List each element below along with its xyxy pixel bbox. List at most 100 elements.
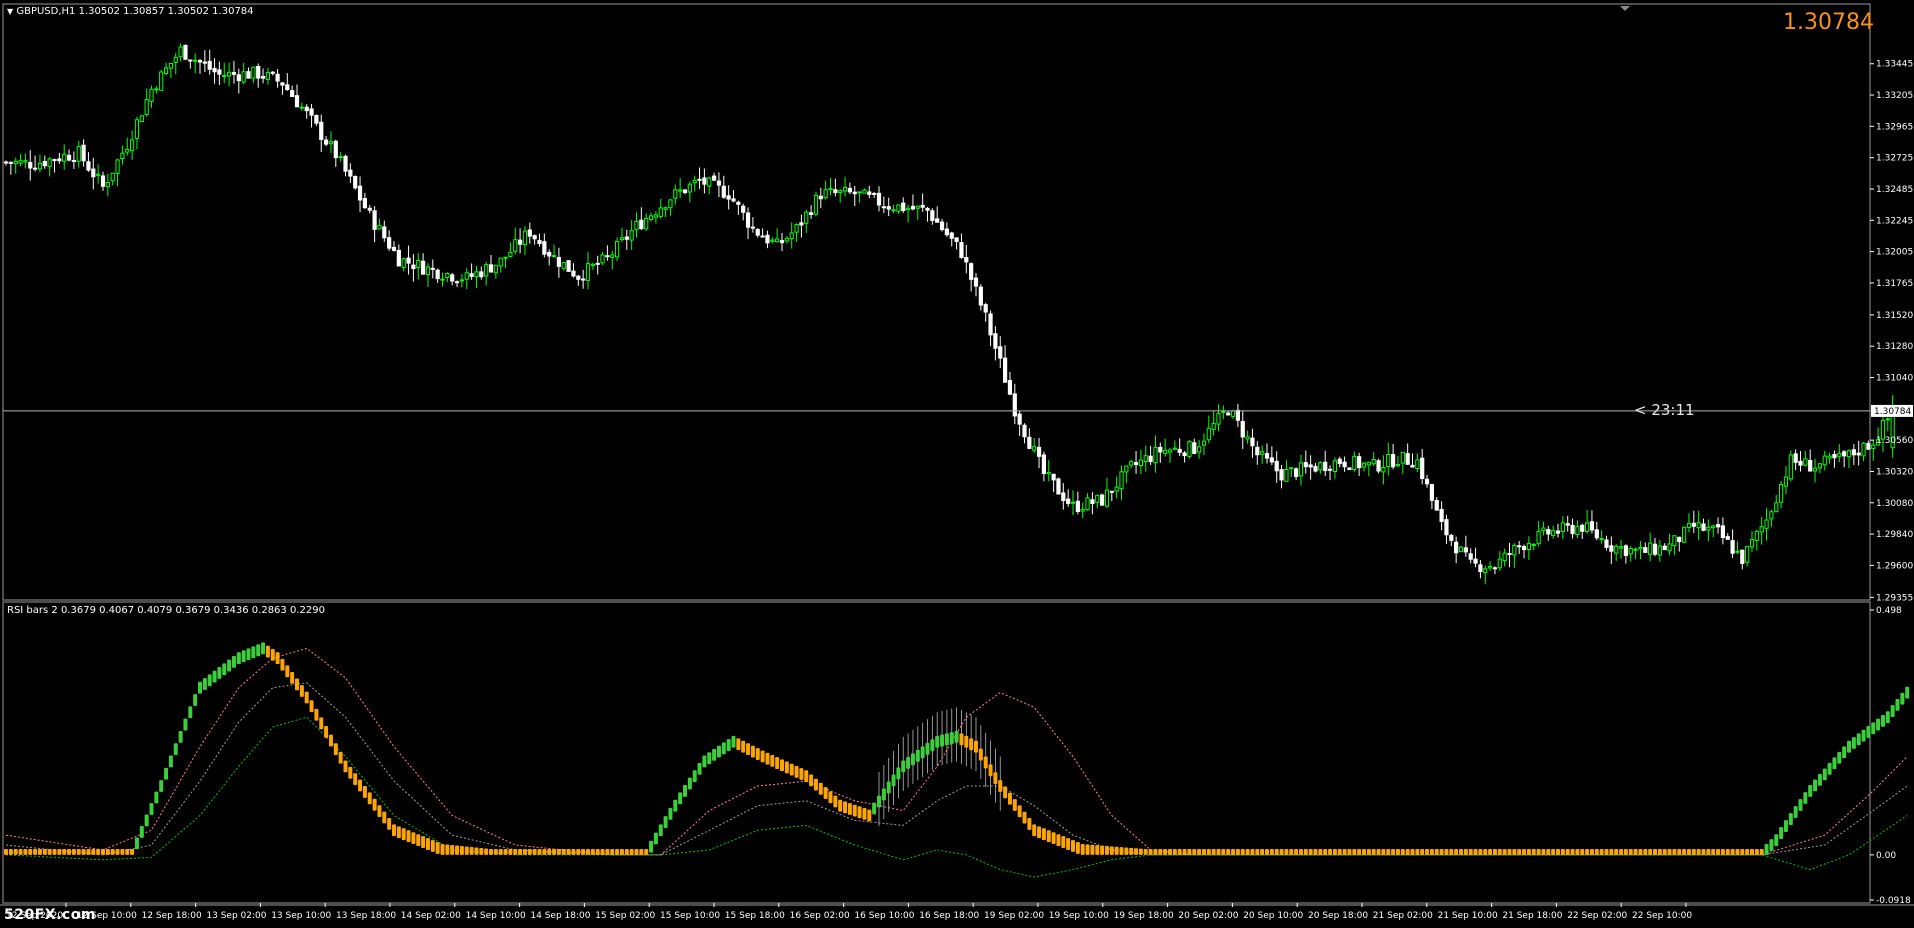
- candle: [1061, 483, 1066, 510]
- candle: [1041, 451, 1047, 482]
- candle: [450, 272, 455, 286]
- rsi-bar: [1585, 848, 1590, 855]
- candle: [18, 154, 23, 167]
- rsi-bar: [1012, 799, 1017, 811]
- rsi-bar: [624, 848, 629, 855]
- rsi-bar: [450, 845, 455, 855]
- rsi-bar: [1391, 848, 1396, 855]
- rsi-bar: [770, 754, 775, 767]
- rsi-bar: [1366, 848, 1371, 855]
- candle: [862, 188, 867, 194]
- candle: [76, 140, 81, 168]
- candle: [1114, 476, 1119, 499]
- candle: [634, 212, 639, 238]
- rsi-bar: [1080, 844, 1085, 855]
- candle: [576, 274, 581, 286]
- candle: [872, 192, 877, 198]
- rsi-bar: [712, 748, 717, 761]
- rsi-bar: [547, 848, 552, 855]
- rsi-bar: [1347, 848, 1352, 855]
- candle: [1255, 441, 1260, 465]
- rsi-bar: [1832, 757, 1837, 770]
- rsi-bar: [1648, 848, 1653, 855]
- rsi-bar: [668, 807, 673, 820]
- candle: [1066, 489, 1071, 507]
- rsi-bar: [586, 848, 590, 855]
- candle: [1575, 520, 1580, 539]
- rsi-bar: [784, 761, 789, 774]
- rsi-bar: [716, 745, 721, 758]
- rsi-bar: [605, 848, 610, 855]
- candle: [930, 208, 935, 225]
- chart-canvas[interactable]: 1.33445 1.33205 1.32965 1.32725 1.32485 1.322…: [0, 0, 1914, 928]
- candle: [202, 50, 207, 73]
- rsi-bar: [1517, 848, 1522, 855]
- candle: [1536, 521, 1541, 547]
- candle: [1856, 440, 1861, 466]
- candle: [144, 88, 149, 117]
- rsi-bar: [1206, 848, 1211, 855]
- dropdown-triangle-icon[interactable]: ▼: [7, 7, 13, 16]
- price-tick-label: 1.32245: [1876, 216, 1913, 226]
- rsi-bar: [1667, 848, 1672, 855]
- candle: [396, 244, 401, 267]
- rsi-bar: [813, 778, 818, 791]
- candle: [1177, 438, 1182, 456]
- candle: [881, 196, 886, 214]
- candle: [1289, 467, 1294, 477]
- price-tick-label: 1.30560: [1876, 436, 1913, 446]
- candle: [1046, 460, 1051, 482]
- rsi-bar: [178, 730, 183, 743]
- rsi-bar: [978, 725, 983, 780]
- price-tick-label: 1.32725: [1876, 154, 1913, 164]
- rsi-bar: [193, 694, 198, 706]
- candle: [1546, 525, 1551, 541]
- candle: [42, 155, 47, 169]
- candle: [1395, 455, 1401, 468]
- candle: [1483, 565, 1488, 585]
- candle: [726, 185, 731, 210]
- price-tick-label: 1.33205: [1876, 91, 1913, 101]
- candle: [309, 103, 314, 128]
- rsi-bar: [164, 767, 169, 780]
- rsi-bar: [1037, 826, 1042, 839]
- rsi-bar: [862, 807, 867, 820]
- rsi-bar: [1032, 824, 1037, 837]
- rsi-bar: [207, 674, 212, 687]
- candle: [1420, 448, 1425, 485]
- rsi-bar: [173, 743, 178, 756]
- rsi-bar: [542, 848, 547, 855]
- candle: [416, 253, 421, 280]
- rsi-bar: [663, 816, 668, 828]
- rsi-bar: [498, 848, 503, 855]
- candle: [251, 66, 256, 84]
- candle: [1759, 517, 1764, 545]
- candle: [1197, 439, 1202, 459]
- rsi-bar: [1168, 848, 1172, 855]
- rsi-bar: [915, 726, 920, 781]
- candle: [1652, 537, 1658, 557]
- candle: [1667, 533, 1672, 556]
- rsi-bar: [57, 848, 62, 855]
- indicator-info: RSI bars 2 0.3679 0.4067 0.4079 0.3679 0…: [7, 605, 325, 616]
- candle: [23, 153, 28, 169]
- rsi-bar: [134, 837, 139, 850]
- candle: [1488, 561, 1493, 571]
- candle: [1352, 451, 1357, 473]
- rsi-bar: [1677, 848, 1682, 855]
- rsi-bar: [721, 742, 726, 755]
- rsi-bar: [838, 799, 843, 812]
- rsi-bar: [469, 846, 474, 855]
- candlesticks: [3, 43, 1895, 585]
- rsi-bar: [1526, 848, 1531, 855]
- candle: [1531, 542, 1536, 551]
- candle: [1803, 451, 1808, 467]
- candle: [236, 68, 241, 94]
- rsi-bar: [1027, 818, 1032, 830]
- rsi-bar: [1492, 848, 1497, 855]
- candle: [1274, 451, 1279, 483]
- candle: [1357, 452, 1362, 476]
- time-tick-label: 20 Sep 02:00: [1178, 911, 1238, 921]
- candle: [178, 43, 183, 62]
- candle: [1628, 546, 1633, 562]
